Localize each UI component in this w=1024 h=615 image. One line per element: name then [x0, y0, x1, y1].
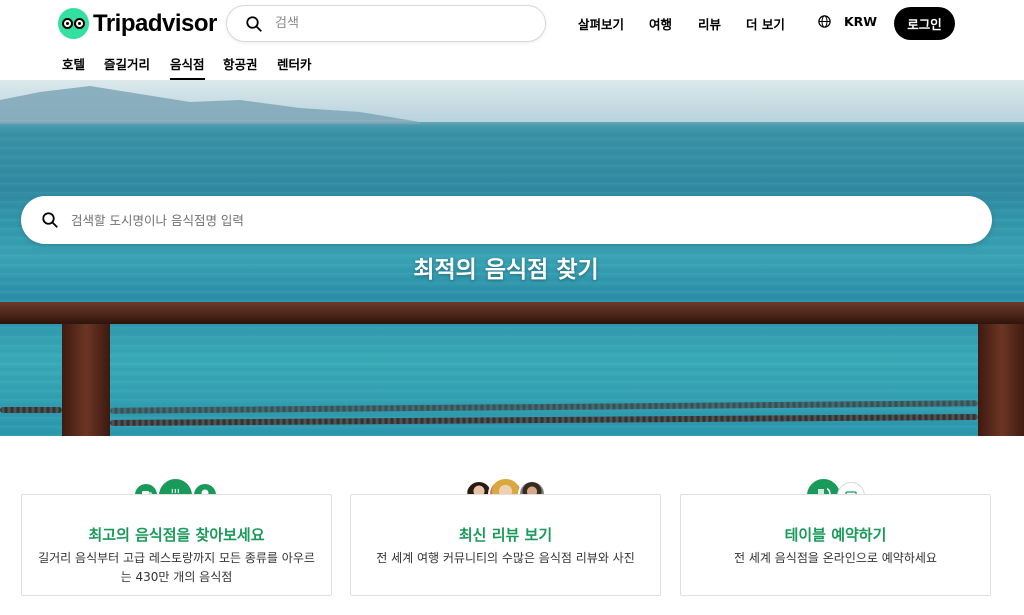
site-header: Tripadvisor 살펴보기 여행 리뷰 더 보기 KRW 로그인 호텔 즐…: [0, 0, 1024, 80]
header-search-bar[interactable]: [226, 5, 546, 42]
hero-title: 최적의 음식점 찾기: [413, 257, 599, 283]
search-icon: [42, 212, 58, 228]
search-icon: [246, 15, 262, 32]
nav-more[interactable]: 더 보기: [746, 14, 785, 33]
feature-card-best-restaurants[interactable]: 최고의 음식점을 찾아보세요 길거리 음식부터 고급 레스토랑까지 모든 종류를…: [21, 494, 332, 596]
tripadvisor-logo[interactable]: Tripadvisor: [58, 8, 217, 39]
login-button[interactable]: 로그인: [894, 7, 955, 40]
hero-search-input[interactable]: [71, 212, 971, 228]
nav-review[interactable]: 리뷰: [698, 14, 721, 33]
railing-post: [62, 324, 110, 436]
card-title: 테이블 예약하기: [784, 526, 887, 544]
card-title: 최신 리뷰 보기: [458, 526, 553, 544]
feature-card-reserve-table[interactable]: 테이블 예약하기 전 세계 음식점을 온라인으로 예약하세요: [680, 494, 991, 596]
tab-car-rental[interactable]: 렌터카: [277, 54, 312, 80]
owl-logo-icon: [58, 8, 89, 39]
header-search-input[interactable]: [275, 16, 515, 31]
nav-explore[interactable]: 살펴보기: [578, 14, 624, 33]
card-description: 길거리 음식부터 고급 레스토랑까지 모든 종류를 아우르는 430만 개의 음…: [38, 551, 315, 584]
globe-icon: [818, 15, 831, 28]
card-description: 전 세계 여행 커뮤니티의 수많은 음식점 리뷰와 사진: [376, 551, 635, 565]
feature-card-latest-reviews[interactable]: 최신 리뷰 보기 전 세계 여행 커뮤니티의 수많은 음식점 리뷰와 사진: [350, 494, 661, 596]
hero-hills: [0, 86, 420, 124]
hero-banner: 최적의 음식점 찾기: [0, 80, 1024, 436]
railing-post: [978, 324, 1024, 436]
currency-label: KRW: [844, 14, 878, 29]
tab-restaurants[interactable]: 음식점: [170, 54, 205, 80]
tab-hotels[interactable]: 호텔: [62, 54, 85, 80]
tab-things-to-do[interactable]: 즐길거리: [104, 54, 150, 80]
logo-text: Tripadvisor: [93, 9, 217, 37]
nav-trips[interactable]: 여행: [649, 14, 672, 33]
tab-flights[interactable]: 항공권: [223, 54, 258, 80]
card-description: 전 세계 음식점을 온라인으로 예약하세요: [734, 551, 937, 565]
currency-selector[interactable]: KRW: [817, 14, 877, 29]
hero-search-bar[interactable]: [21, 196, 992, 244]
railing-bar: [0, 302, 1024, 324]
railing-rope: [0, 407, 62, 413]
card-title: 최고의 음식점을 찾아보세요: [88, 526, 265, 544]
